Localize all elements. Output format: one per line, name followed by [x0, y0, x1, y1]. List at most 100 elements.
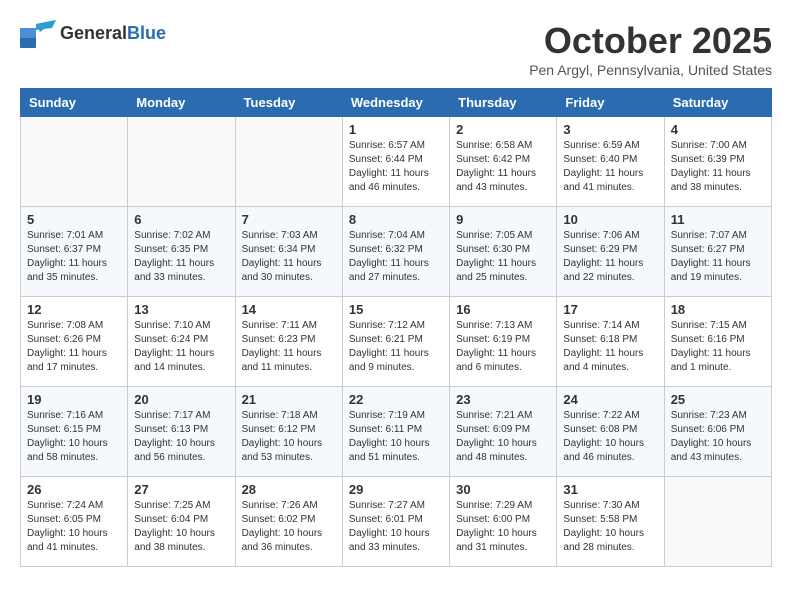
calendar-cell [235, 117, 342, 207]
day-info: Sunrise: 7:08 AMSunset: 6:26 PMDaylight:… [27, 319, 121, 375]
calendar-cell: 31 Sunrise: 7:30 AMSunset: 5:58 PMDayligh… [557, 477, 664, 567]
day-info: Sunrise: 7:11 AMSunset: 6:23 PMDaylight:… [242, 319, 336, 375]
calendar-cell: 10Sunrise: 7:06 AMSunset: 6:29 PMDayligh… [557, 207, 664, 297]
day-info: Sunrise: 7:27 AMSunset: 6:01 PMDaylight:… [349, 499, 443, 555]
calendar-cell: 6 Sunrise: 7:02 AMSunset: 6:35 PMDaylight… [128, 207, 235, 297]
day-info: Sunrise: 7:30 AMSunset: 5:58 PMDaylight:… [563, 499, 657, 555]
calendar-cell [664, 477, 771, 567]
day-number: 3 [563, 122, 657, 137]
day-info: Sunrise: 7:29 AMSunset: 6:00 PMDaylight:… [456, 499, 550, 555]
calendar-cell: 18Sunrise: 7:15 AMSunset: 6:16 PMDayligh… [664, 297, 771, 387]
weekday-header-tuesday: Tuesday [235, 89, 342, 117]
calendar-cell: 11Sunrise: 7:07 AMSunset: 6:27 PMDayligh… [664, 207, 771, 297]
day-number: 5 [27, 212, 121, 227]
calendar-cell: 4 Sunrise: 7:00 AMSunset: 6:39 PMDaylight… [664, 117, 771, 207]
day-number: 1 [349, 122, 443, 137]
calendar-cell [21, 117, 128, 207]
day-info: Sunrise: 7:00 AMSunset: 6:39 PMDaylight:… [671, 139, 765, 195]
weekday-header-wednesday: Wednesday [342, 89, 449, 117]
day-number: 17 [563, 302, 657, 317]
calendar-cell: 12 Sunrise: 7:08 AMSunset: 6:26 PMDayligh… [21, 297, 128, 387]
logo-general: General [60, 23, 127, 43]
day-info: Sunrise: 7:26 AMSunset: 6:02 PMDaylight:… [242, 499, 336, 555]
page-header: GeneralBlue October 2025 Pen Argyl, Penn… [20, 20, 772, 78]
day-info: Sunrise: 7:02 AMSunset: 6:35 PMDaylight:… [134, 229, 228, 285]
day-info: Sunrise: 7:21 AMSunset: 6:09 PMDaylight:… [456, 409, 550, 465]
calendar-cell: 29 Sunrise: 7:27 AMSunset: 6:01 PMDayligh… [342, 477, 449, 567]
day-info: Sunrise: 7:10 AMSunset: 6:24 PMDaylight:… [134, 319, 228, 375]
day-info: Sunrise: 7:22 AMSunset: 6:08 PMDaylight:… [563, 409, 657, 465]
day-info: Sunrise: 7:12 AMSunset: 6:21 PMDaylight:… [349, 319, 443, 375]
weekday-header-monday: Monday [128, 89, 235, 117]
calendar-cell: 19Sunrise: 7:16 AMSunset: 6:15 PMDayligh… [21, 387, 128, 477]
month-title: October 2025 [529, 20, 772, 62]
calendar-cell: 30 Sunrise: 7:29 AMSunset: 6:00 PMDayligh… [450, 477, 557, 567]
calendar-cell: 28 Sunrise: 7:26 AMSunset: 6:02 PMDayligh… [235, 477, 342, 567]
day-info: Sunrise: 7:13 AMSunset: 6:19 PMDaylight:… [456, 319, 550, 375]
calendar-cell: 7 Sunrise: 7:03 AMSunset: 6:34 PMDaylight… [235, 207, 342, 297]
day-number: 31 [563, 482, 657, 497]
day-number: 29 [349, 482, 443, 497]
calendar-week-5: 26Sunrise: 7:24 AMSunset: 6:05 PMDayligh… [21, 477, 772, 567]
day-number: 23 [456, 392, 550, 407]
day-info: Sunrise: 7:23 AMSunset: 6:06 PMDaylight:… [671, 409, 765, 465]
day-info: Sunrise: 6:58 AMSunset: 6:42 PMDaylight:… [456, 139, 550, 195]
calendar-cell: 25 Sunrise: 7:23 AMSunset: 6:06 PMDayligh… [664, 387, 771, 477]
weekday-header-saturday: Saturday [664, 89, 771, 117]
logo: GeneralBlue [20, 20, 166, 48]
calendar-cell [128, 117, 235, 207]
calendar-cell: 2 Sunrise: 6:58 AMSunset: 6:42 PMDaylight… [450, 117, 557, 207]
day-info: Sunrise: 6:59 AMSunset: 6:40 PMDaylight:… [563, 139, 657, 195]
day-number: 16 [456, 302, 550, 317]
calendar-cell: 24 Sunrise: 7:22 AMSunset: 6:08 PMDayligh… [557, 387, 664, 477]
calendar-cell: 9Sunrise: 7:05 AMSunset: 6:30 PMDaylight… [450, 207, 557, 297]
day-info: Sunrise: 7:25 AMSunset: 6:04 PMDaylight:… [134, 499, 228, 555]
calendar-cell: 17Sunrise: 7:14 AMSunset: 6:18 PMDayligh… [557, 297, 664, 387]
day-info: Sunrise: 7:04 AMSunset: 6:32 PMDaylight:… [349, 229, 443, 285]
day-info: Sunrise: 7:03 AMSunset: 6:34 PMDaylight:… [242, 229, 336, 285]
day-info: Sunrise: 7:16 AMSunset: 6:15 PMDaylight:… [27, 409, 121, 465]
calendar-week-4: 19Sunrise: 7:16 AMSunset: 6:15 PMDayligh… [21, 387, 772, 477]
calendar-cell: 26Sunrise: 7:24 AMSunset: 6:05 PMDayligh… [21, 477, 128, 567]
day-number: 8 [349, 212, 443, 227]
calendar-cell: 5 Sunrise: 7:01 AMSunset: 6:37 PMDaylight… [21, 207, 128, 297]
logo-icon [20, 20, 56, 48]
day-info: Sunrise: 7:18 AMSunset: 6:12 PMDaylight:… [242, 409, 336, 465]
header-row: SundayMondayTuesdayWednesdayThursdayFrid… [21, 89, 772, 117]
day-number: 30 [456, 482, 550, 497]
day-number: 22 [349, 392, 443, 407]
calendar-cell: 21 Sunrise: 7:18 AMSunset: 6:12 PMDayligh… [235, 387, 342, 477]
day-info: Sunrise: 7:07 AMSunset: 6:27 PMDaylight:… [671, 229, 765, 285]
calendar-week-3: 12 Sunrise: 7:08 AMSunset: 6:26 PMDayligh… [21, 297, 772, 387]
day-number: 6 [134, 212, 228, 227]
day-info: Sunrise: 7:19 AMSunset: 6:11 PMDaylight:… [349, 409, 443, 465]
day-number: 20 [134, 392, 228, 407]
day-number: 14 [242, 302, 336, 317]
calendar-week-2: 5 Sunrise: 7:01 AMSunset: 6:37 PMDaylight… [21, 207, 772, 297]
day-info: Sunrise: 7:05 AMSunset: 6:30 PMDaylight:… [456, 229, 550, 285]
calendar-cell: 27 Sunrise: 7:25 AMSunset: 6:04 PMDayligh… [128, 477, 235, 567]
calendar-cell: 13Sunrise: 7:10 AMSunset: 6:24 PMDayligh… [128, 297, 235, 387]
title-area: October 2025 Pen Argyl, Pennsylvania, Un… [529, 20, 772, 78]
day-number: 28 [242, 482, 336, 497]
day-number: 27 [134, 482, 228, 497]
logo-blue: Blue [127, 23, 166, 43]
day-number: 10 [563, 212, 657, 227]
day-number: 24 [563, 392, 657, 407]
day-info: Sunrise: 7:01 AMSunset: 6:37 PMDaylight:… [27, 229, 121, 285]
calendar-cell: 16 Sunrise: 7:13 AMSunset: 6:19 PMDayligh… [450, 297, 557, 387]
day-number: 4 [671, 122, 765, 137]
weekday-header-friday: Friday [557, 89, 664, 117]
calendar-cell: 3 Sunrise: 6:59 AMSunset: 6:40 PMDaylight… [557, 117, 664, 207]
day-info: Sunrise: 7:17 AMSunset: 6:13 PMDaylight:… [134, 409, 228, 465]
calendar-table: SundayMondayTuesdayWednesdayThursdayFrid… [20, 88, 772, 567]
day-number: 7 [242, 212, 336, 227]
day-info: Sunrise: 7:24 AMSunset: 6:05 PMDaylight:… [27, 499, 121, 555]
day-number: 2 [456, 122, 550, 137]
day-number: 12 [27, 302, 121, 317]
day-number: 25 [671, 392, 765, 407]
calendar-week-1: 1Sunrise: 6:57 AMSunset: 6:44 PMDaylight… [21, 117, 772, 207]
weekday-header-thursday: Thursday [450, 89, 557, 117]
calendar-cell: 15Sunrise: 7:12 AMSunset: 6:21 PMDayligh… [342, 297, 449, 387]
day-number: 21 [242, 392, 336, 407]
